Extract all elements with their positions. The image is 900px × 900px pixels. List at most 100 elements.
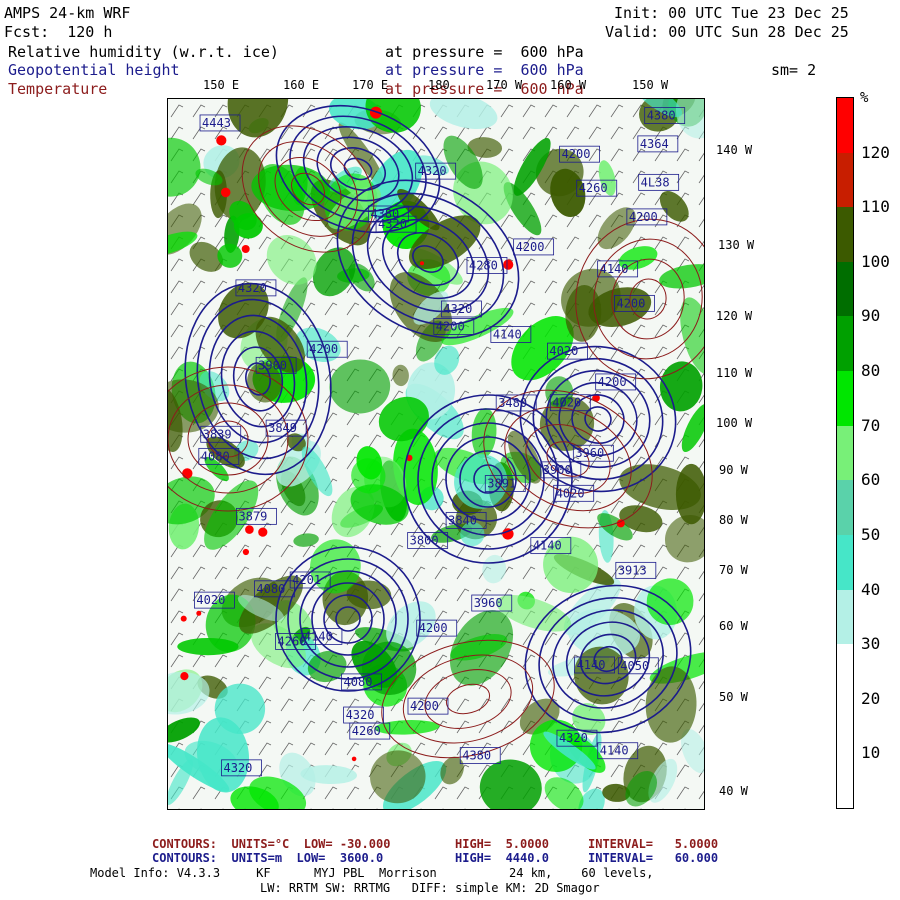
- humidity-high-patch: [216, 135, 227, 146]
- colorbar-swatch: [837, 152, 853, 208]
- humidity-high-patch: [182, 468, 193, 479]
- height-label: 4L38: [641, 175, 670, 189]
- lat-label: 90 W: [719, 463, 748, 477]
- height-label: 4140: [304, 629, 333, 643]
- lat-label: 140 W: [716, 143, 753, 157]
- lat-label: 80 W: [719, 513, 748, 527]
- colorbar-tick-label: 110: [861, 197, 890, 217]
- height-label: 4260: [352, 724, 381, 738]
- height-label: 4280: [469, 258, 498, 272]
- colorbar-tick-label: 40: [861, 579, 881, 599]
- lon-label: 180: [428, 78, 450, 92]
- humidity-high-patch: [351, 756, 357, 762]
- lat-label: 100 W: [716, 416, 753, 430]
- height-label: 4020: [556, 486, 585, 500]
- height-label: 3913: [618, 563, 647, 577]
- height-label: 3849: [268, 421, 297, 435]
- height-label: 4140: [577, 658, 606, 672]
- height-label: 4200: [629, 210, 658, 224]
- height-label: 4320: [223, 761, 252, 775]
- humidity-high-patch: [180, 615, 187, 622]
- height-label: 4020: [549, 344, 578, 358]
- height-label: 4201: [292, 573, 321, 587]
- colorbar-swatch: [837, 316, 853, 372]
- colorbar-tick-label: 20: [861, 688, 881, 708]
- colorbar-tick-label: 80: [861, 361, 881, 381]
- height-label: 4140: [600, 262, 629, 276]
- height-label: 4200: [309, 342, 338, 356]
- humidity-high-patch: [258, 527, 268, 537]
- humidity-high-patch: [180, 672, 189, 681]
- temp-contour-info: CONTOURS: UNITS=°C LOW= -30.000: [152, 837, 391, 851]
- colorbar-swatch: [837, 644, 853, 700]
- colorbar-swatch: [837, 534, 853, 591]
- colorbar-tick-label: 120: [861, 142, 890, 162]
- colorbar-swatch: [837, 98, 853, 154]
- height-label: 4260: [579, 181, 608, 195]
- colorbar-swatch: [837, 480, 853, 536]
- humidity-high-patch: [220, 187, 231, 198]
- height-label: 3800: [410, 533, 439, 547]
- colorbar: [836, 97, 854, 809]
- height-contour-interval: INTERVAL= 60.000: [588, 851, 719, 865]
- lon-label: 150 W: [632, 78, 669, 92]
- height-label: 4200: [410, 699, 439, 713]
- height-label: 4320: [443, 302, 472, 316]
- height-label: 4140: [600, 744, 629, 758]
- height-label: 4200: [436, 319, 465, 333]
- colorbar-swatch: [837, 207, 853, 263]
- height-label: 4320: [559, 731, 588, 745]
- colorbar-tick-label: 90: [861, 306, 881, 326]
- colorbar-swatch: [837, 698, 853, 754]
- field2-level: at pressure = 600 hPa: [385, 61, 584, 79]
- height-label: 3839: [203, 427, 232, 441]
- lat-label: 120 W: [716, 309, 753, 323]
- init-time: Init: 00 UTC Tue 23 Dec 25: [614, 4, 849, 22]
- height-label: 4020: [552, 396, 581, 410]
- height-label: 4380: [462, 749, 491, 763]
- height-label: 3900: [543, 463, 572, 477]
- smoothing-label: sm= 2: [771, 61, 817, 79]
- temp-contour-high: HIGH= 5.0000: [455, 837, 549, 851]
- height-label: 3960: [575, 446, 604, 460]
- humidity-high-patch: [420, 261, 424, 266]
- colorbar-swatch: [837, 753, 853, 809]
- height-contour-high: HIGH= 4440.0: [455, 851, 549, 865]
- height-label: 4320: [238, 281, 267, 295]
- colorbar-swatch: [837, 425, 853, 481]
- humidity-patch: [177, 638, 239, 656]
- forecast-hour: Fcst: 120 h: [4, 23, 113, 41]
- colorbar-tick-label: 70: [861, 415, 881, 435]
- height-label: 3900: [258, 358, 287, 372]
- lat-label: 130 W: [718, 238, 755, 252]
- height-contour-info: CONTOURS: UNITS=m LOW= 3600.0: [152, 851, 384, 865]
- colorbar-tick-label: 50: [861, 524, 881, 544]
- temp-contour-interval: INTERVAL= 5.0000: [588, 837, 719, 851]
- valid-time: Valid: 00 UTC Sun 28 Dec 25: [605, 23, 849, 41]
- height-label: 4320: [418, 164, 447, 178]
- height-label: 4140: [533, 539, 562, 553]
- humidity-high-patch: [241, 245, 250, 253]
- height-label: 3480: [498, 396, 527, 410]
- humidity-high-patch: [196, 610, 202, 616]
- colorbar-tick-label: 100: [861, 251, 890, 271]
- lon-label: 160 E: [283, 78, 320, 92]
- height-label: 4080: [344, 675, 373, 689]
- height-label: 4200: [516, 240, 545, 254]
- lon-label: 170 W: [486, 78, 523, 92]
- humidity-high-patch: [245, 525, 254, 534]
- height-label: 4020: [196, 593, 225, 607]
- model-info: Model Info: V4.3.3 KF MYJ PBL Morrison 2…: [90, 866, 654, 880]
- model-title: AMPS 24-km WRF: [4, 4, 131, 22]
- height-label: 3879: [238, 509, 267, 523]
- height-label: 4443: [202, 116, 231, 130]
- lon-label: 170 E: [352, 78, 389, 92]
- lat-label: 40 W: [719, 784, 748, 798]
- map-panel: 4380 4443 4364 4200 4320 4L38 4260 4200 4380 4320…: [167, 98, 705, 810]
- height-label: 4364: [640, 137, 669, 151]
- height-label: 4260: [278, 634, 307, 648]
- height-label: 4200: [616, 296, 645, 310]
- height-label: 4380: [647, 109, 676, 123]
- height-label: 4080: [256, 582, 285, 596]
- height-label: 3840: [448, 513, 477, 527]
